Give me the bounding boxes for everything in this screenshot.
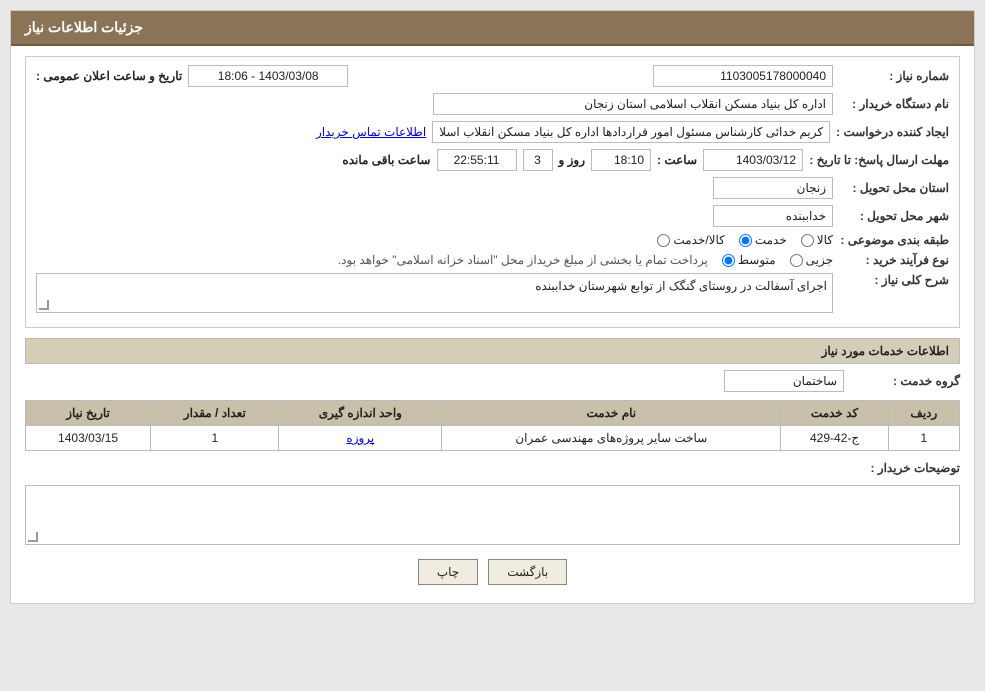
vahed-link[interactable]: پروزه [346, 431, 374, 445]
tabaqe-kala-khedmat-item: کالا/خدمت [657, 233, 724, 247]
tabaqe-kala-khedmat-radio[interactable] [657, 234, 670, 247]
row-nooe: نوع فرآیند خرید : متوسط جزیی پرداخت تمام… [36, 253, 949, 267]
table-row: 1ج-42-429ساخت سایر پروژه‌های مهندسی عمرا… [26, 426, 960, 451]
row-sharh: شرح کلی نیاز : اجرای آسفالت در روستای گن… [36, 273, 949, 313]
tabaqe-kala-label: کالا [817, 233, 833, 247]
row-grooh: گروه خدمت : ساختمان [25, 370, 960, 392]
nooe-radio-group: متوسط جزیی [722, 253, 833, 267]
shomara-value: 1103005178000040 [653, 65, 833, 87]
tabaqe-label: طبقه بندی موضوعی : [839, 233, 949, 247]
info-section: شماره نیاز : 1103005178000040 1403/03/08… [25, 56, 960, 328]
mohlat-baqi-label: ساعت باقی مانده [342, 153, 430, 167]
nam-dastgah-value: اداره کل بنیاد مسکن انقلاب اسلامی استان … [433, 93, 833, 115]
sharh-label: شرح کلی نیاز : [839, 273, 949, 287]
nooe-jozii-label: جزیی [806, 253, 833, 267]
mohlat-baqi: 22:55:11 [437, 149, 517, 171]
ijad-link[interactable]: اطلاعات تماس خریدار [316, 125, 426, 139]
col-name: نام خدمت [442, 401, 781, 426]
mohlat-rooz: 3 [523, 149, 553, 171]
sharh-value: اجرای آسفالت در روستای گنگک از توابع شهر… [535, 279, 827, 293]
tarikh-elaan-value: 1403/03/08 - 18:06 [188, 65, 348, 87]
col-tarikh: تاریخ نیاز [26, 401, 151, 426]
row-nam-dastgah: نام دستگاه خریدار : اداره کل بنیاد مسکن … [36, 93, 949, 115]
col-radif: ردیف [888, 401, 959, 426]
row-tozihat: توضیحات خریدار : [25, 461, 960, 545]
tarikh-elaan-label: تاریخ و ساعت اعلان عمومی : [36, 69, 182, 83]
nooe-jozii-item: جزیی [790, 253, 833, 267]
nam-dastgah-label: نام دستگاه خریدار : [839, 97, 949, 111]
ijad-label: ایجاد کننده درخواست : [836, 125, 949, 139]
chap-button[interactable]: چاپ [418, 559, 478, 585]
tozihat-label: توضیحات خریدار : [850, 461, 960, 475]
tabaqe-khedmat-radio[interactable] [739, 234, 752, 247]
col-vahed: واحد اندازه گیری [279, 401, 442, 426]
nooe-mottaset-label: متوسط [738, 253, 776, 267]
grooh-value: ساختمان [724, 370, 844, 392]
khedamat-section-title: اطلاعات خدمات مورد نیاز [25, 338, 960, 364]
ostan-value: زنجان [713, 177, 833, 199]
mohlat-saat: 18:10 [591, 149, 651, 171]
ostan-label: استان محل تحویل : [839, 181, 949, 195]
resize-handle-sharh[interactable] [39, 300, 49, 310]
nooe-description: پرداخت تمام یا بخشی از مبلغ خریداز محل "… [338, 253, 708, 267]
row-mohlat: مهلت ارسال پاسخ: تا تاریخ : 1403/03/12 س… [36, 149, 949, 171]
tabaqe-khedmat-item: خدمت [739, 233, 787, 247]
mohlat-label: مهلت ارسال پاسخ: تا تاریخ : [809, 153, 949, 167]
tabaqe-khedmat-label: خدمت [755, 233, 787, 247]
nooe-jozii-radio[interactable] [790, 254, 803, 267]
shomara-label: شماره نیاز : [839, 69, 949, 83]
tabaqe-kala-radio[interactable] [801, 234, 814, 247]
shahr-value: خداببنده [713, 205, 833, 227]
shahr-label: شهر محل تحویل : [839, 209, 949, 223]
mohlat-saat-label: ساعت : [657, 153, 697, 167]
tabaqe-kala-item: کالا [801, 233, 833, 247]
tabaqe-radio-group: کالا/خدمت خدمت کالا [657, 233, 833, 247]
page-title: جزئیات اطلاعات نیاز [25, 19, 143, 35]
col-tedad: تعداد / مقدار [151, 401, 279, 426]
button-row: بازگشت چاپ [25, 559, 960, 585]
resize-handle-tozihat[interactable] [28, 532, 38, 542]
page-header: جزئیات اطلاعات نیاز [11, 11, 974, 46]
mohlat-rooz-label: روز و [559, 153, 586, 167]
mohlat-date: 1403/03/12 [703, 149, 803, 171]
nooe-mottaset-radio[interactable] [722, 254, 735, 267]
tabaqe-kala-khedmat-label: کالا/خدمت [673, 233, 724, 247]
row-ijad: ایجاد کننده درخواست : کریم خدائی کارشناس… [36, 121, 949, 143]
nooe-mottaset-item: متوسط [722, 253, 776, 267]
services-table: ردیف کد خدمت نام خدمت واحد اندازه گیری ت… [25, 400, 960, 451]
row-shomara: شماره نیاز : 1103005178000040 1403/03/08… [36, 65, 949, 87]
grooh-label: گروه خدمت : [850, 374, 960, 388]
nooe-label: نوع فرآیند خرید : [839, 253, 949, 267]
row-tabaqe: طبقه بندی موضوعی : کالا/خدمت خدمت کالا [36, 233, 949, 247]
col-kod: کد خدمت [781, 401, 888, 426]
tozihat-box [25, 485, 960, 545]
bazgasht-button[interactable]: بازگشت [488, 559, 567, 585]
row-ostan: استان محل تحویل : زنجان [36, 177, 949, 199]
ijad-value: کریم خدائی کارشناس مسئول امور قراردادها … [432, 121, 830, 143]
row-shahr: شهر محل تحویل : خداببنده [36, 205, 949, 227]
